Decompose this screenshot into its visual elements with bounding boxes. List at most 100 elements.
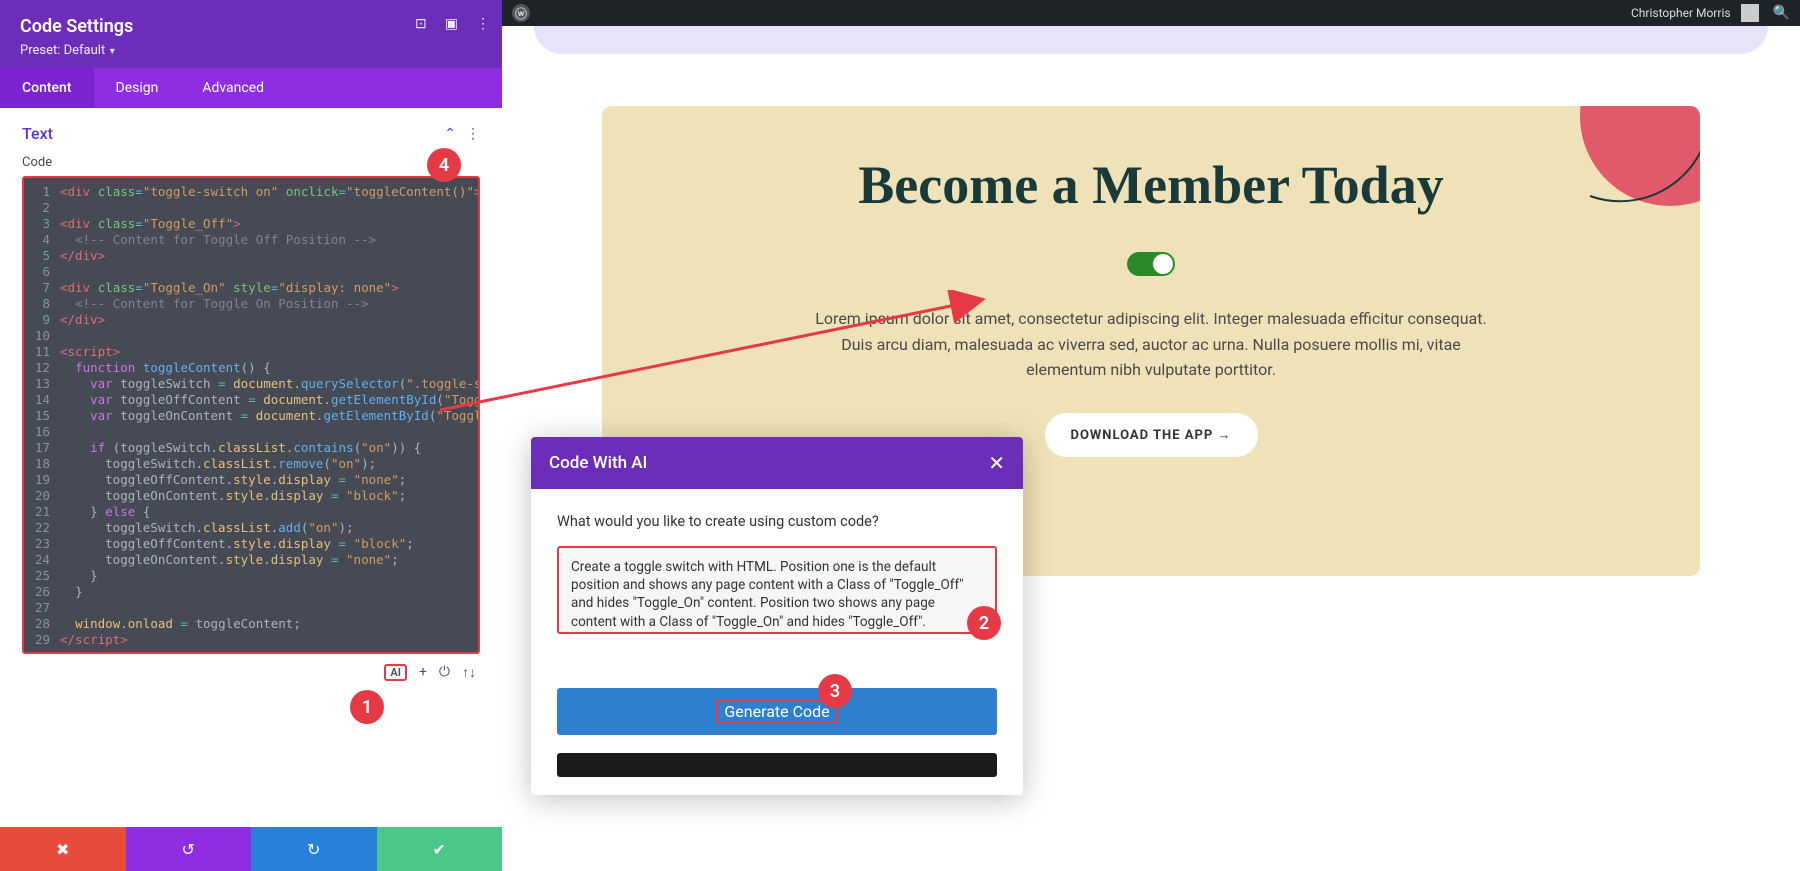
avatar[interactable] — [1741, 4, 1759, 22]
code-content[interactable] — [60, 424, 68, 440]
code-line[interactable]: 18 toggleSwitch.classList.remove("on"); — [24, 456, 478, 472]
code-line[interactable]: 9</div> — [24, 312, 478, 328]
code-line[interactable]: 27 — [24, 600, 478, 616]
code-content[interactable]: <!-- Content for Toggle Off Position --> — [60, 232, 376, 248]
code-content[interactable]: toggleSwitch.classList.add("on"); — [60, 520, 354, 536]
code-line[interactable]: 13 var toggleSwitch = document.querySele… — [24, 376, 478, 392]
power-icon[interactable]: ⏻ — [439, 664, 450, 681]
code-line[interactable]: 11<script> — [24, 344, 478, 360]
wordpress-logo-icon[interactable]: ⓦ — [512, 4, 530, 22]
code-content[interactable]: toggleOffContent.style.display = "none"; — [60, 472, 406, 488]
line-number: 27 — [24, 600, 60, 616]
code-line[interactable]: 22 toggleSwitch.classList.add("on"); — [24, 520, 478, 536]
code-line[interactable]: 14 var toggleOffContent = document.getEl… — [24, 392, 478, 408]
hero-paragraph: Lorem ipsum dolor sit amet, consectetur … — [811, 306, 1491, 383]
line-number: 25 — [24, 568, 60, 584]
tab-content[interactable]: Content — [0, 68, 94, 108]
wp-user-name[interactable]: Christopher Morris — [1631, 6, 1731, 20]
ai-question: What would you like to create using cust… — [557, 513, 997, 530]
responsive-icon[interactable]: ▣ — [445, 16, 458, 32]
preset-line[interactable]: Preset: Default ▾ — [20, 43, 482, 58]
code-line[interactable]: 25 } — [24, 568, 478, 584]
code-content[interactable]: } — [60, 584, 83, 600]
code-content[interactable]: </div> — [60, 248, 105, 264]
code-line[interactable]: 5</div> — [24, 248, 478, 264]
save-button[interactable]: ✔ — [377, 827, 503, 871]
code-content[interactable]: var toggleOffContent = document.getEleme… — [60, 392, 480, 408]
code-content[interactable]: function toggleContent() { — [60, 360, 271, 376]
code-content[interactable] — [60, 200, 68, 216]
more-icon[interactable]: ⋮ — [476, 16, 490, 32]
code-line[interactable]: 20 toggleOnContent.style.display = "bloc… — [24, 488, 478, 504]
code-line[interactable]: 23 toggleOffContent.style.display = "blo… — [24, 536, 478, 552]
code-line[interactable]: 3<div class="Toggle_Off"> — [24, 216, 478, 232]
code-content[interactable]: } — [60, 568, 98, 584]
toggle-knob — [1153, 254, 1173, 274]
code-content[interactable]: <script> — [60, 344, 120, 360]
code-content[interactable]: </script> — [60, 632, 128, 648]
code-content[interactable]: <!-- Content for Toggle On Position --> — [60, 296, 369, 312]
code-content[interactable] — [60, 264, 68, 280]
code-content[interactable]: window.onload = toggleContent; — [60, 616, 301, 632]
code-line[interactable]: 12 function toggleContent() { — [24, 360, 478, 376]
drag-icon[interactable]: ⊡ — [415, 16, 427, 32]
line-number: 23 — [24, 536, 60, 552]
code-line[interactable]: 29</script> — [24, 632, 478, 648]
line-number: 16 — [24, 424, 60, 440]
line-number: 2 — [24, 200, 60, 216]
code-content[interactable]: var toggleOnContent = document.getElemen… — [60, 408, 480, 424]
expand-icon[interactable]: ↑↓ — [462, 664, 476, 681]
cancel-button[interactable]: ✖ — [0, 827, 126, 871]
collapse-icon[interactable]: ⌃ — [444, 126, 456, 142]
code-content[interactable]: <div class="Toggle_Off"> — [60, 216, 241, 232]
line-number: 6 — [24, 264, 60, 280]
section-more-icon[interactable]: ⋮ — [466, 126, 480, 142]
undo-button[interactable]: ↺ — [126, 827, 252, 871]
generate-code-button[interactable]: Generate Code — [557, 688, 997, 735]
tab-design[interactable]: Design — [94, 68, 181, 108]
line-number: 7 — [24, 280, 60, 296]
redo-button[interactable]: ↻ — [251, 827, 377, 871]
code-content[interactable]: var toggleSwitch = document.querySelecto… — [60, 376, 480, 392]
code-content[interactable]: } else { — [60, 504, 150, 520]
code-line[interactable]: 28 window.onload = toggleContent; — [24, 616, 478, 632]
code-content[interactable]: toggleSwitch.classList.remove("on"); — [60, 456, 376, 472]
code-content[interactable]: toggleOffContent.style.display = "block"… — [60, 536, 414, 552]
code-line[interactable]: 19 toggleOffContent.style.display = "non… — [24, 472, 478, 488]
code-content[interactable]: toggleOnContent.style.display = "none"; — [60, 552, 399, 568]
tab-advanced[interactable]: Advanced — [180, 68, 286, 108]
code-line[interactable]: 8 <!-- Content for Toggle On Position --… — [24, 296, 478, 312]
code-editor[interactable]: 1<div class="toggle-switch on" onclick="… — [22, 176, 480, 654]
code-content[interactable] — [60, 328, 68, 344]
code-line[interactable]: 16 — [24, 424, 478, 440]
bottom-actions: ✖ ↺ ↻ ✔ — [0, 827, 502, 871]
close-icon[interactable]: ✕ — [988, 451, 1005, 475]
code-content[interactable]: toggleOnContent.style.display = "block"; — [60, 488, 406, 504]
code-line[interactable]: 21 } else { — [24, 504, 478, 520]
code-line[interactable]: 10 — [24, 328, 478, 344]
add-icon[interactable]: + — [419, 664, 427, 681]
code-content[interactable]: </div> — [60, 312, 105, 328]
code-line[interactable]: 24 toggleOnContent.style.display = "none… — [24, 552, 478, 568]
code-line[interactable]: 2 — [24, 200, 478, 216]
code-line[interactable]: 26 } — [24, 584, 478, 600]
download-app-button[interactable]: DOWNLOAD THE APP → — [1045, 413, 1258, 457]
code-content[interactable]: <div class="toggle-switch on" onclick="t… — [60, 184, 480, 200]
toggle-switch[interactable] — [1127, 252, 1175, 276]
code-line[interactable]: 7<div class="Toggle_On" style="display: … — [24, 280, 478, 296]
search-icon[interactable]: 🔍 — [1773, 5, 1790, 21]
line-number: 17 — [24, 440, 60, 456]
code-content[interactable] — [60, 600, 68, 616]
code-content[interactable]: if (toggleSwitch.classList.contains("on"… — [60, 440, 421, 456]
ai-prompt-input[interactable] — [557, 546, 997, 634]
code-line[interactable]: 15 var toggleOnContent = document.getEle… — [24, 408, 478, 424]
code-line[interactable]: 6 — [24, 264, 478, 280]
code-line[interactable]: 17 if (toggleSwitch.classList.contains("… — [24, 440, 478, 456]
line-number: 26 — [24, 584, 60, 600]
code-line[interactable]: 1<div class="toggle-switch on" onclick="… — [24, 184, 478, 200]
code-line[interactable]: 4 <!-- Content for Toggle Off Position -… — [24, 232, 478, 248]
wp-admin-bar[interactable]: ⓦ Christopher Morris 🔍 — [502, 0, 1800, 26]
line-number: 29 — [24, 632, 60, 648]
ai-button[interactable]: AI — [384, 664, 407, 681]
code-content[interactable]: <div class="Toggle_On" style="display: n… — [60, 280, 399, 296]
